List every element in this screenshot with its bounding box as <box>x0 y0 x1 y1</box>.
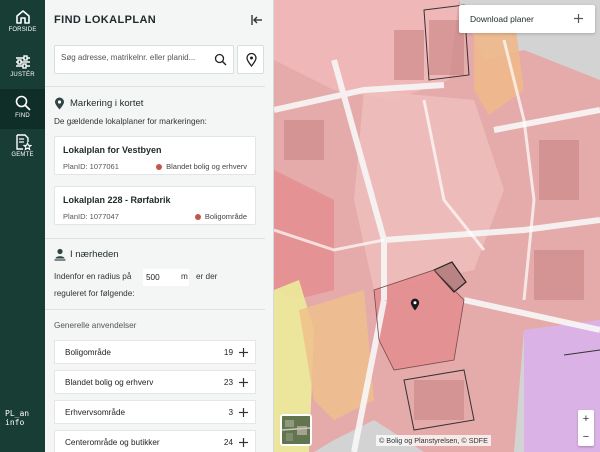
radius-unit: m <box>181 272 188 281</box>
search-box <box>54 45 234 74</box>
download-plans-button[interactable]: Download planer <box>459 5 595 33</box>
map-canvas[interactable] <box>274 0 600 452</box>
map-marker-icon[interactable] <box>410 298 420 311</box>
category-row[interactable]: Centerområde og butikker 24 <box>54 430 256 452</box>
category-count: 3 <box>228 408 233 417</box>
map-attribution: © Bolig og Planstyrelsen, © SDFE <box>376 435 491 446</box>
side-rail: FORSIDE JUSTÉR FIND GEMTE PL_an info <box>0 0 45 452</box>
plan-card[interactable]: Lokalplan 228 - Rørfabrik PlanID: 107704… <box>54 186 256 225</box>
plan-id: PlanID: 1077061 <box>63 162 119 171</box>
plus-icon[interactable] <box>238 437 249 448</box>
zoom-out-button[interactable]: − <box>578 428 594 446</box>
rail-item-find[interactable]: FIND <box>0 89 45 129</box>
home-icon <box>15 10 30 24</box>
plus-icon[interactable] <box>238 347 249 358</box>
category-row[interactable]: Blandet bolig og erhverv 23 <box>54 370 256 394</box>
plan-type: Blandet bolig og erhverv <box>156 162 247 171</box>
rail-item-forside[interactable]: FORSIDE <box>0 3 45 43</box>
categories-heading: Generelle anvendelser <box>54 321 137 330</box>
radius-text-line2: reguleret for følgende: <box>54 289 135 298</box>
location-pin-icon <box>246 53 257 67</box>
category-count: 23 <box>223 378 233 387</box>
plan-id: PlanID: 1077047 <box>63 212 119 221</box>
rail-item-gemte[interactable]: GEMTE <box>0 128 45 168</box>
map-pin-icon <box>55 97 64 110</box>
category-row[interactable]: Erhvervsområde 3 <box>54 400 256 424</box>
satellite-thumbnail-icon <box>282 416 310 444</box>
location-button[interactable] <box>237 45 264 74</box>
divider <box>45 238 265 239</box>
marking-hint: De gældende lokalplaner for markeringen: <box>54 117 207 126</box>
search-icon <box>15 95 31 111</box>
plan-title: Lokalplan for Vestbyen <box>63 145 162 155</box>
rail-label: FORSIDE <box>8 27 37 33</box>
status-dot <box>156 163 163 170</box>
plus-icon[interactable] <box>238 377 249 388</box>
rail-item-juster[interactable]: JUSTÉR <box>0 48 45 88</box>
plus-icon[interactable] <box>238 407 249 418</box>
panel-title: FIND LOKALPLAN <box>54 14 157 26</box>
collapse-panel-icon[interactable] <box>250 13 264 27</box>
planinfo-logo[interactable]: PL_an info <box>5 409 41 427</box>
rail-label: GEMTE <box>11 152 34 158</box>
radius-text: Indenfor en radius på <box>54 272 132 281</box>
category-label: Boligområde <box>65 348 111 357</box>
search-icon[interactable] <box>214 53 227 66</box>
search-input[interactable] <box>61 53 201 62</box>
zoom-in-button[interactable]: + <box>578 410 594 428</box>
person-pin-icon <box>54 248 66 261</box>
category-row[interactable]: Boligområde 19 <box>54 340 256 364</box>
category-label: Centerområde og butikker <box>65 438 160 447</box>
plan-card[interactable]: Lokalplan for Vestbyen PlanID: 1077061 B… <box>54 136 256 175</box>
saved-list-icon <box>15 134 32 151</box>
category-label: Erhvervsområde <box>65 408 126 417</box>
satellite-layer-toggle[interactable] <box>280 414 312 446</box>
divider <box>45 86 265 87</box>
radius-text-after: er der <box>196 272 218 281</box>
sliders-icon <box>15 55 30 69</box>
plan-type: Boligområde <box>194 212 247 221</box>
rail-label: FIND <box>15 113 30 119</box>
find-lokalplan-panel: FIND LOKALPLAN Markering i kortet De gæl… <box>45 0 274 452</box>
plus-icon <box>574 14 583 23</box>
status-dot <box>194 213 201 220</box>
zoom-control: + − <box>578 410 594 446</box>
category-count: 24 <box>223 438 233 447</box>
rail-label: JUSTÉR <box>10 72 35 78</box>
divider <box>45 309 265 310</box>
plan-title: Lokalplan 228 - Rørfabrik <box>63 195 171 205</box>
category-label: Blandet bolig og erhverv <box>65 378 154 387</box>
map-view[interactable]: Download planer + − © Bolig og Planstyre… <box>274 0 600 452</box>
category-count: 19 <box>223 348 233 357</box>
